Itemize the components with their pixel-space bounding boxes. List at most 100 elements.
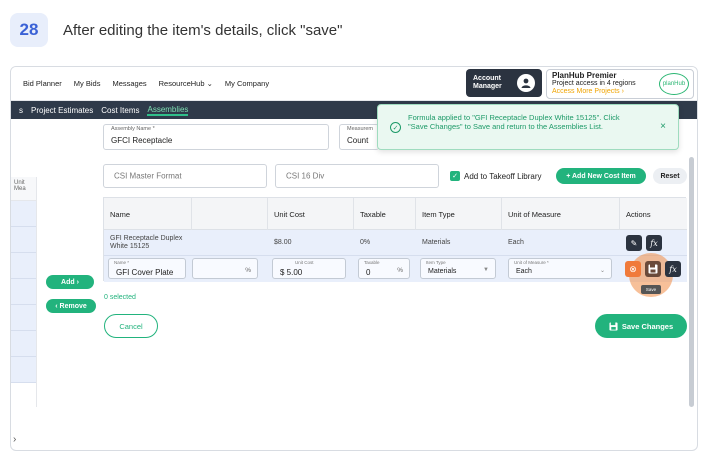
row2-unit-cost-label: Unit Cost <box>295 260 314 265</box>
measurement-field[interactable]: Measurem Count <box>339 124 379 150</box>
tab-cost-items[interactable]: Cost Items <box>101 106 139 115</box>
cost-items-table: Name Unit Cost Taxable Item Type Unit of… <box>103 197 687 282</box>
step-number: 28 <box>10 13 48 47</box>
row1-unit-cost: $8.00 <box>274 239 292 246</box>
account-manager-label: Account Manager <box>473 75 502 90</box>
left-col-header: Unit Mea <box>11 177 36 201</box>
table-row-editing: Name * GFI Cover Plate % Unit Cost $ 5.0… <box>104 256 687 282</box>
tab-truncated[interactable]: s <box>19 106 23 115</box>
left-row <box>11 227 36 253</box>
row2-name-label: Name * <box>114 260 130 265</box>
user-avatar-icon <box>517 74 535 92</box>
csi-16-div-field[interactable]: CSI 16 Div <box>275 164 439 188</box>
account-manager-button[interactable]: Account Manager <box>466 69 542 97</box>
nav-my-company[interactable]: My Company <box>225 79 269 88</box>
nav-resourcehub[interactable]: ResourceHub ⌄ <box>159 79 213 88</box>
col-actions: Actions <box>626 209 651 219</box>
left-row <box>11 253 36 279</box>
table-header: Name Unit Cost Taxable Item Type Unit of… <box>104 198 687 230</box>
cancel-edit-button[interactable]: ⊗ <box>625 261 641 277</box>
add-button[interactable]: Add › <box>46 275 94 289</box>
save-row-button[interactable] <box>645 261 661 277</box>
col-name: Name <box>104 198 192 230</box>
left-row <box>11 201 36 227</box>
row2-taxable-label: Taxable <box>364 260 380 265</box>
row2-taxable-input[interactable]: Taxable 0 % <box>358 258 410 279</box>
row2-name-value: GFI Cover Plate <box>116 268 174 277</box>
csi-master-format-placeholder: CSI Master Format <box>114 171 182 181</box>
pencil-icon: ✎ <box>630 238 638 248</box>
step-instruction: After editing the item's details, click … <box>63 21 343 39</box>
col-taxable: Taxable <box>354 198 416 230</box>
nav-my-bids[interactable]: My Bids <box>74 79 101 88</box>
cancel-button[interactable]: Cancel <box>104 314 158 338</box>
add-button-label: Add <box>61 278 75 286</box>
left-table-panel: Unit Mea <box>11 177 37 407</box>
premium-panel[interactable]: PlanHub Premier Project access in 4 regi… <box>546 69 694 99</box>
row2-name-input[interactable]: Name * GFI Cover Plate <box>108 258 186 279</box>
left-row <box>11 279 36 305</box>
row2-unit-cost-input[interactable]: Unit Cost $ 5.00 <box>272 258 346 279</box>
assembly-name-field[interactable]: Assembly Name * GFCI Receptacle <box>103 124 329 150</box>
add-to-takeoff-label: Add to Takeoff Library <box>464 171 542 181</box>
caret-down-icon: ▼ <box>483 267 489 273</box>
csi-16-div-placeholder: CSI 16 Div <box>286 171 325 181</box>
scrollbar[interactable] <box>689 157 694 407</box>
row2-uom-select[interactable]: Unit of Measure * Each ⌄ <box>508 258 612 279</box>
nav-bid-planner[interactable]: Bid Planner <box>23 79 62 88</box>
checkbox-checked-icon: ✓ <box>450 171 460 181</box>
toast-message: Formula applied to "GFI Receptacle Duple… <box>408 113 620 131</box>
tab-project-estimates[interactable]: Project Estimates <box>31 106 93 115</box>
reset-button[interactable]: Reset <box>653 168 687 184</box>
chevron-down-icon: ⌄ <box>206 79 213 88</box>
nav-messages[interactable]: Messages <box>112 79 146 88</box>
remove-button[interactable]: ‹ Remove <box>46 299 96 313</box>
chevron-right-icon: › <box>76 278 79 286</box>
row1-name: GFI Receptacle Duplex White 15125 <box>110 235 183 250</box>
row2-formula-button[interactable]: fx <box>665 261 681 277</box>
csi-master-format-field[interactable]: CSI Master Format <box>103 164 267 188</box>
chevron-down-icon: ⌄ <box>599 268 605 274</box>
edit-button[interactable]: ✎ <box>626 235 642 251</box>
assembly-name-label: Assembly Name * <box>111 126 155 132</box>
cancel-circle-icon: ⊗ <box>629 263 637 274</box>
add-new-cost-item-button[interactable]: + Add New Cost Item <box>556 168 646 184</box>
row1-blank <box>192 230 268 256</box>
formula-fx-icon: fx <box>650 238 658 248</box>
nav-resourcehub-label: ResourceHub <box>158 79 205 88</box>
left-row <box>11 357 36 383</box>
close-icon[interactable]: × <box>660 121 666 132</box>
row2-unit-cost-value: $ 5.00 <box>280 268 303 277</box>
expand-arrow-icon[interactable]: › <box>13 434 16 445</box>
row2-percent-suffix: % <box>245 267 251 274</box>
tab-assemblies[interactable]: Assemblies <box>147 105 189 116</box>
row1-item-type: Materials <box>422 239 451 246</box>
row2-item-type-label: Item Type <box>426 260 446 265</box>
col-unit-cost: Unit Cost <box>268 198 354 230</box>
formula-button[interactable]: fx <box>646 235 662 251</box>
add-to-takeoff-checkbox[interactable]: ✓ Add to Takeoff Library <box>450 171 542 181</box>
save-changes-label: Save Changes <box>621 321 674 331</box>
row2-item-type-value: Materials <box>428 268 457 275</box>
row2-taxable-value: 0 <box>366 268 371 277</box>
top-navigation: Bid Planner My Bids Messages ResourceHub… <box>11 67 697 101</box>
col-unit-of-measure: Unit of Measure <box>502 198 620 230</box>
check-circle-icon: ✓ <box>390 122 401 133</box>
row2-item-type-select[interactable]: Item Type Materials ▼ <box>420 258 496 279</box>
table-row[interactable]: GFI Receptacle Duplex White 15125 $8.00 … <box>104 230 687 256</box>
selected-count: 0 selected <box>104 294 136 301</box>
floppy-disk-icon <box>609 321 618 331</box>
measurement-label: Measurem <box>347 126 373 132</box>
remove-button-label: Remove <box>59 302 87 310</box>
step-header: 28 After editing the item's details, cli… <box>10 12 700 48</box>
success-toast: ✓ Formula applied to "GFI Receptacle Dup… <box>377 104 679 150</box>
assembly-name-value: GFCI Receptacle <box>111 136 173 145</box>
col-item-type: Item Type <box>416 198 502 230</box>
save-changes-button[interactable]: Save Changes <box>595 314 687 338</box>
row2-taxable-suffix: % <box>397 267 403 274</box>
left-row <box>11 305 36 331</box>
row2-uom-label: Unit of Measure * <box>514 260 549 265</box>
row1-taxable: 0% <box>360 239 371 246</box>
row2-percent-input[interactable]: % <box>192 258 258 279</box>
save-tooltip: Save <box>641 285 661 294</box>
